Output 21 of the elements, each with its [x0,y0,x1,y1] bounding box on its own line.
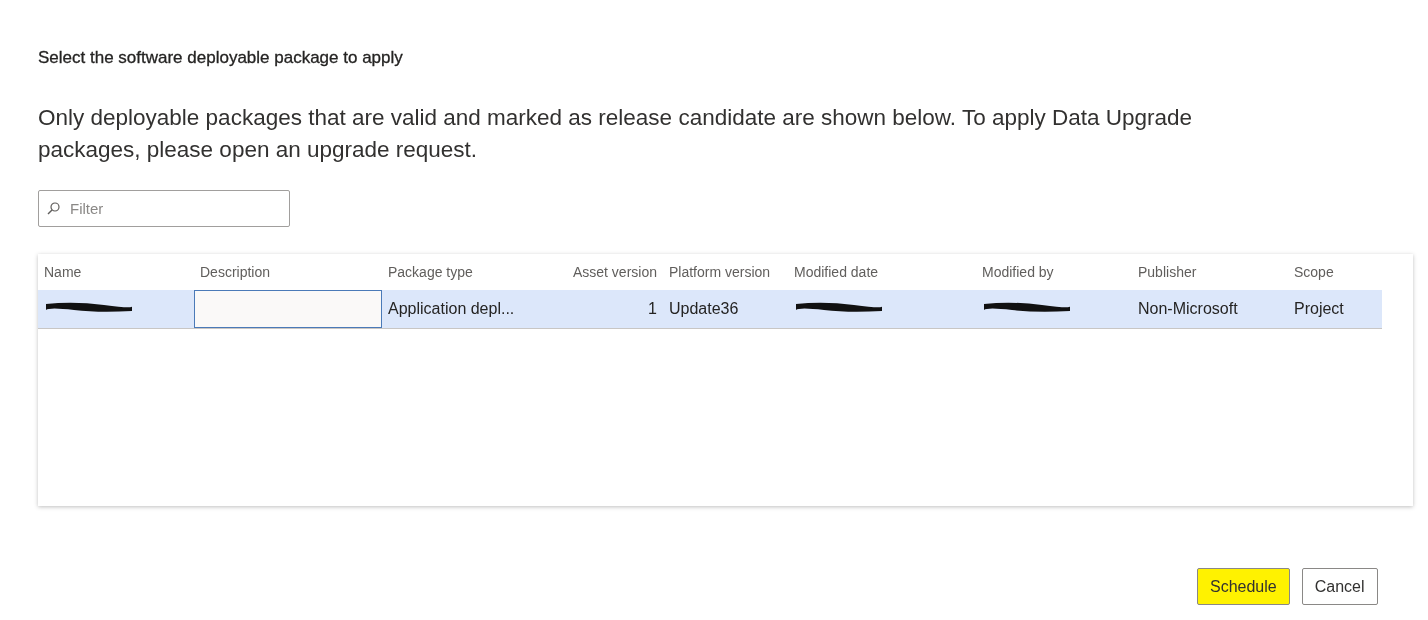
column-header[interactable]: Scope [1294,264,1334,280]
filter-field[interactable]: Filter [38,190,290,227]
description-field[interactable] [194,290,382,328]
table-cell: Update36 [669,300,739,317]
table-cell: Project [1294,300,1344,317]
dialog-title: Select the software deployable package to apply [38,48,404,69]
column-header[interactable]: Description [200,264,271,280]
table-row[interactable]: Application depl... 1 Update36 Non-Microsoft Project [38,290,1382,329]
table-cell: Non-Microsoft [1138,300,1238,317]
column-header[interactable]: Modified by [982,264,1054,280]
table-cell: Application depl... [388,300,515,317]
column-header[interactable]: Modified date [794,264,879,280]
cancel-button[interactable]: Cancel [1301,568,1378,605]
column-header[interactable]: Package type [388,264,473,280]
schedule-button[interactable]: Schedule [1197,568,1290,605]
column-header[interactable]: Asset version [572,264,657,280]
dialog-message: Only deployable packages that are valid and marked as release candidate are shown below. To apply Data Upgrade packages, please open an upgrade request. [38,104,1194,164]
column-header[interactable]: Name [44,264,82,280]
column-header[interactable]: Platform version [669,264,771,280]
table-cell: 1 [648,300,657,317]
column-header[interactable]: Publisher [1138,264,1197,280]
